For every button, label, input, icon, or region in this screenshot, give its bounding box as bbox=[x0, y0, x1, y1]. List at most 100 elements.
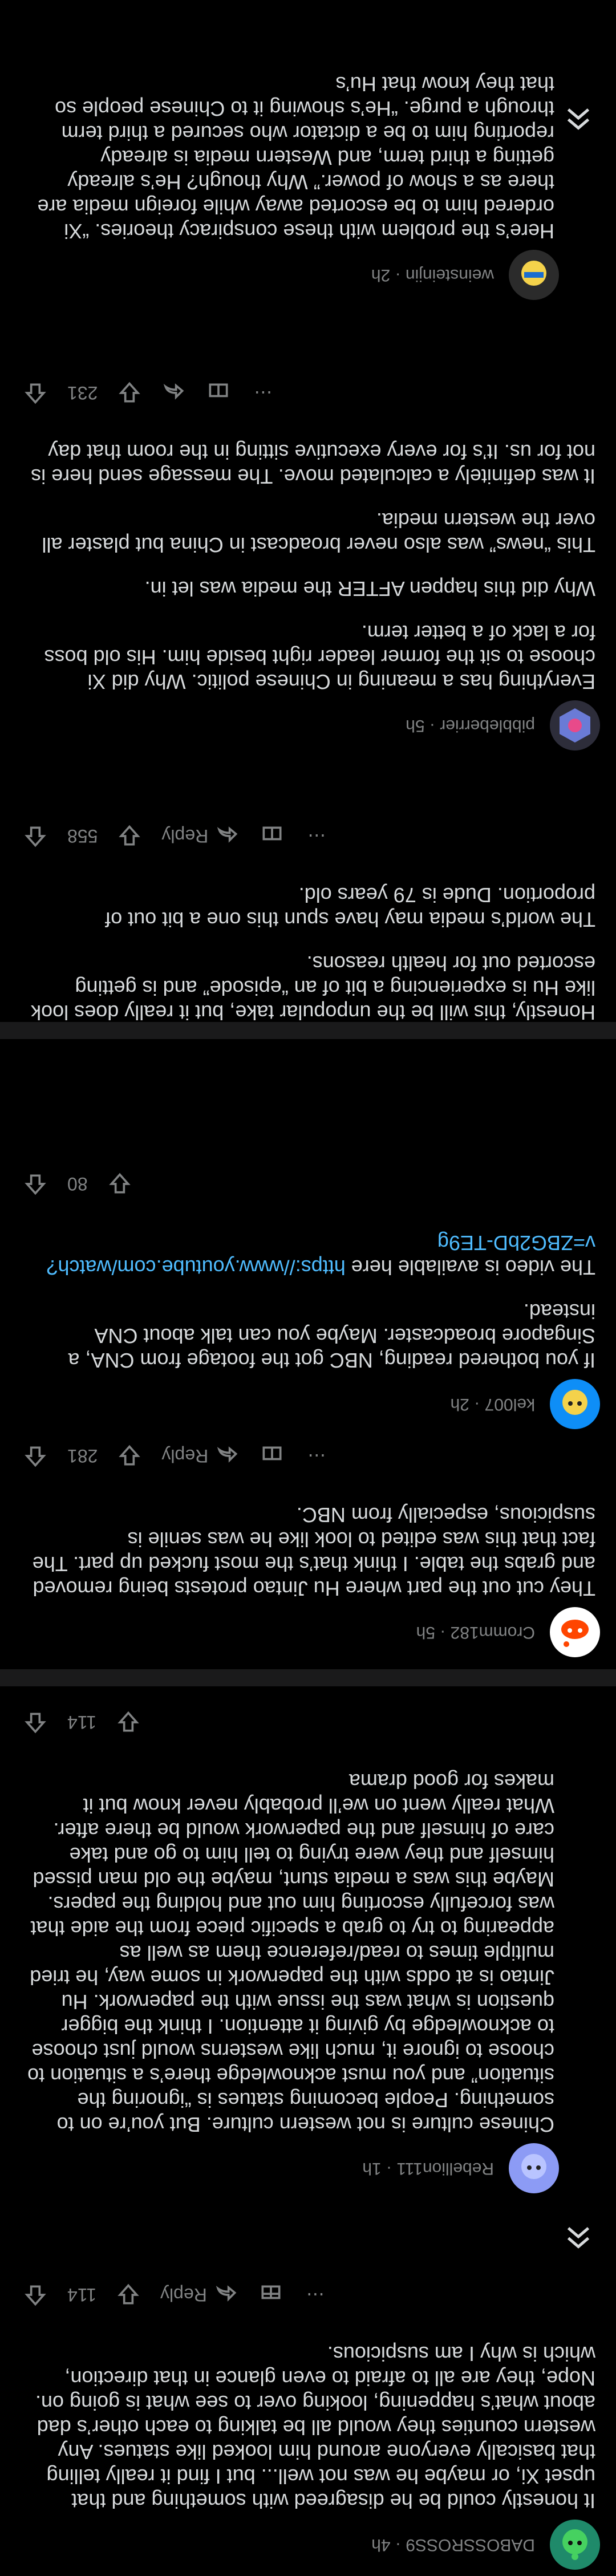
comment-username[interactable]: DABOSSROSS9 bbox=[406, 2536, 535, 2554]
comment-paragraph: It honestly could be he disagreed with s… bbox=[35, 2342, 595, 2513]
more-options-button[interactable]: ⋯ bbox=[304, 823, 329, 849]
comment-body: They cut out the part where Hu Jintao pr… bbox=[16, 1503, 600, 1601]
comment-username[interactable]: pibbleberrier bbox=[440, 716, 535, 735]
comment-rebellion111: Rebellion111 · 1h Chinese culture is not… bbox=[0, 1695, 616, 2200]
reply-label: Reply bbox=[160, 2285, 207, 2306]
user-avatar[interactable] bbox=[550, 1607, 600, 1657]
downvote-button[interactable] bbox=[107, 1171, 132, 1196]
gift-icon bbox=[262, 826, 282, 841]
reply-arrow-icon bbox=[216, 2285, 237, 2302]
comment-paragraph: If you bothered reading, NBC got the foo… bbox=[68, 1300, 595, 1372]
upvote-button[interactable] bbox=[23, 380, 48, 405]
comment-body: Chinese culture is not western culture. … bbox=[16, 1769, 559, 2137]
user-avatar[interactable] bbox=[550, 700, 600, 751]
reply-button[interactable] bbox=[161, 380, 187, 405]
reply-label: Reply bbox=[161, 826, 209, 847]
comment-actions: 80 bbox=[16, 1157, 600, 1211]
gift-icon bbox=[262, 1446, 282, 1461]
reddit-snoo-icon bbox=[561, 1620, 589, 1647]
comment-age: 2h bbox=[450, 1395, 469, 1414]
comment-username[interactable]: kel007 bbox=[485, 1395, 535, 1414]
comment-paragraph: They cut out the part where Hu Jintao pr… bbox=[32, 1503, 595, 1600]
comment-unpopular-take: Honestly, this will be the unpopular tak… bbox=[0, 809, 616, 1036]
comment-actions: ⋯ 231 bbox=[16, 366, 600, 420]
upvote-icon bbox=[25, 826, 46, 847]
vote-count: 231 bbox=[67, 383, 98, 404]
award-button[interactable] bbox=[206, 380, 231, 405]
comment-paragraph: Everything has a meaning in Chinese poli… bbox=[44, 621, 595, 693]
snoo-avatar-icon bbox=[562, 2529, 587, 2560]
comment-age: 1h bbox=[362, 2159, 382, 2178]
downvote-button[interactable] bbox=[117, 1443, 142, 1468]
upvote-icon bbox=[25, 1174, 46, 1195]
comment-paragraph: The video is available here bbox=[345, 1256, 595, 1279]
comment-body: Everything has a meaning in Chinese poli… bbox=[16, 440, 600, 694]
reply-arrow-icon bbox=[164, 383, 184, 400]
comment-paragraph: Here’s the problem with these conspiracy… bbox=[37, 72, 555, 243]
collapse-thread-icon[interactable] bbox=[561, 2220, 595, 2254]
comment-username[interactable]: Rebellion111 bbox=[396, 2159, 494, 2178]
comment-body: If you bothered reading, NBC got the foo… bbox=[16, 1231, 600, 1373]
downvote-button[interactable] bbox=[116, 1710, 141, 1735]
upvote-icon bbox=[25, 2285, 46, 2306]
comment-dabossross9: DABOSSROSS9 · 4h It honestly could be he… bbox=[0, 2267, 616, 2576]
reply-button[interactable]: Reply bbox=[160, 2282, 239, 2307]
gift-icon bbox=[209, 383, 228, 397]
comment-actions: ⋯ Reply 558 bbox=[16, 809, 600, 863]
upvote-button[interactable] bbox=[23, 2282, 48, 2307]
comment-kel007: kel007 · 2h If you bothered reading, NBC… bbox=[0, 1157, 616, 1435]
user-avatar[interactable] bbox=[509, 2143, 559, 2193]
user-avatar[interactable] bbox=[509, 250, 559, 300]
award-button[interactable] bbox=[260, 1443, 285, 1468]
comment-age: 2h bbox=[371, 266, 391, 285]
downvote-icon bbox=[117, 2283, 139, 2305]
user-avatar[interactable] bbox=[550, 2520, 600, 2570]
comment-paragraph: It was definitely a calculated move. The… bbox=[31, 440, 595, 488]
snoo-avatar-icon bbox=[521, 2154, 546, 2179]
user-avatar[interactable] bbox=[550, 1379, 600, 1429]
more-options-button[interactable]: ⋯ bbox=[303, 2282, 328, 2307]
reply-arrow-icon bbox=[217, 1446, 238, 1463]
downvote-button[interactable] bbox=[117, 823, 142, 849]
upvote-button[interactable] bbox=[23, 1171, 48, 1196]
upvote-icon bbox=[25, 383, 46, 404]
reply-button[interactable]: Reply bbox=[161, 1443, 240, 1468]
comment-actions: 114 bbox=[16, 1695, 559, 1750]
comment-paragraph: Chinese culture is not western culture. … bbox=[27, 1770, 554, 2136]
comment-username[interactable]: Cromm182 bbox=[451, 1623, 535, 1642]
comment-age: 4h bbox=[371, 2536, 391, 2554]
downvote-icon bbox=[119, 825, 141, 846]
comment-actions: ⋯ Reply 281 bbox=[16, 1429, 600, 1483]
upvote-button[interactable] bbox=[23, 1710, 48, 1735]
comment-username[interactable]: weinsteinjin bbox=[406, 266, 494, 285]
comment-paragraph: The world’s media may have spun this one… bbox=[105, 883, 595, 931]
comment-actions: ⋯ Reply 114 bbox=[16, 2267, 600, 2322]
upvote-icon bbox=[25, 1446, 46, 1467]
upvote-button[interactable] bbox=[23, 1443, 48, 1468]
vote-count: 558 bbox=[67, 826, 98, 847]
comment-paragraph: Honestly, this will be the unpopular tak… bbox=[31, 952, 595, 1024]
vote-count: 281 bbox=[67, 1446, 98, 1467]
comment-age: 5h bbox=[406, 716, 425, 735]
award-button[interactable] bbox=[260, 823, 285, 849]
reply-button[interactable]: Reply bbox=[161, 823, 240, 849]
comment-paragraph: Why did this happen AFTER the media was … bbox=[144, 577, 595, 601]
comment-paragraph: This “news” was also never broadcast in … bbox=[42, 509, 595, 557]
thread-divider bbox=[0, 1669, 616, 1686]
vote-count: 80 bbox=[67, 1174, 88, 1195]
more-options-button[interactable]: ⋯ bbox=[250, 380, 275, 405]
downvote-button[interactable] bbox=[116, 2282, 141, 2307]
vote-count: 114 bbox=[67, 2285, 97, 2306]
downvote-icon bbox=[119, 382, 141, 403]
vote-count: 114 bbox=[67, 1712, 97, 1733]
comment-thread: DABOSSROSS9 · 4h It honestly could be he… bbox=[0, 0, 616, 2576]
more-options-button[interactable]: ⋯ bbox=[304, 1443, 329, 1468]
snoo-avatar-icon bbox=[562, 1390, 587, 1415]
downvote-button[interactable] bbox=[117, 380, 142, 405]
award-button[interactable] bbox=[258, 2282, 283, 2307]
comment-pibbleberrier: pibbleberrier · 5h Everything has a mean… bbox=[0, 366, 616, 757]
reply-label: Reply bbox=[161, 1446, 209, 1467]
upvote-button[interactable] bbox=[23, 823, 48, 849]
reply-arrow-icon bbox=[217, 826, 238, 843]
downvote-icon bbox=[117, 1711, 139, 1732]
